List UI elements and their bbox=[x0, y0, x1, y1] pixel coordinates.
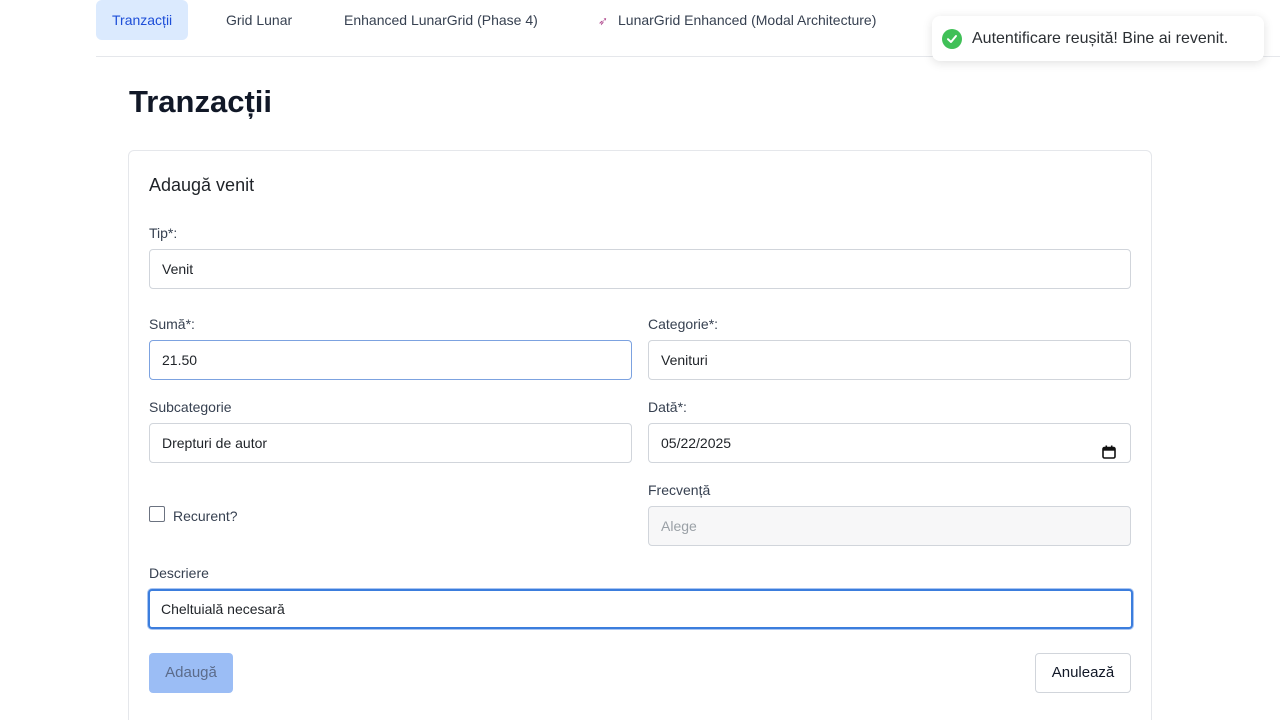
categorie-select[interactable]: Venituri bbox=[648, 340, 1131, 380]
data-label: Dată*: bbox=[648, 399, 687, 415]
recurent-label: Recurent? bbox=[173, 508, 238, 524]
frecventa-label: Frecvență bbox=[648, 482, 711, 498]
frecventa-select[interactable]: Alege bbox=[648, 506, 1131, 546]
toast-message: Autentificare reușită! Bine ai revenit. bbox=[972, 29, 1229, 47]
tab-tranzactii[interactable]: Tranzacții bbox=[96, 0, 189, 40]
date-input[interactable]: 05/22/2025 bbox=[648, 423, 1131, 463]
recurent-checkbox[interactable] bbox=[149, 506, 165, 522]
rocket-icon: ➶ bbox=[598, 14, 609, 28]
cancel-button[interactable]: Anulează bbox=[1035, 653, 1131, 693]
add-button[interactable]: Adaugă bbox=[149, 653, 233, 693]
calendar-icon[interactable] bbox=[1102, 435, 1116, 462]
subcategorie-label: Subcategorie bbox=[149, 399, 232, 415]
tab-lunargrid-modal[interactable]: ➶ LunarGrid Enhanced (Modal Architecture) bbox=[582, 0, 892, 40]
success-toast: Autentificare reușită! Bine ai revenit. bbox=[932, 16, 1264, 61]
page-title: Tranzacții bbox=[129, 84, 272, 119]
date-value: 05/22/2025 bbox=[661, 435, 732, 451]
categorie-label: Categorie*: bbox=[648, 316, 719, 332]
tip-label: Tip*: bbox=[149, 225, 178, 241]
descriere-label: Descriere bbox=[149, 565, 209, 581]
subcategorie-select[interactable]: Drepturi de autor bbox=[149, 423, 632, 463]
suma-label: Sumă*: bbox=[149, 316, 195, 332]
tab-enhanced-lunargrid[interactable]: Enhanced LunarGrid (Phase 4) bbox=[328, 0, 554, 40]
tab-grid-lunar[interactable]: Grid Lunar bbox=[210, 0, 308, 40]
tip-field[interactable]: Venit bbox=[149, 249, 1131, 289]
suma-input[interactable]: 21.50 bbox=[149, 340, 632, 380]
tab-lunargrid-modal-label: LunarGrid Enhanced (Modal Architecture) bbox=[618, 12, 877, 28]
descriere-input[interactable]: Cheltuială necesară bbox=[148, 589, 1133, 629]
add-income-form: Adaugă venit Tip*: Venit Sumă*: 21.50 Ca… bbox=[128, 150, 1152, 720]
form-title: Adaugă venit bbox=[149, 175, 255, 195]
check-circle-icon bbox=[942, 28, 962, 49]
